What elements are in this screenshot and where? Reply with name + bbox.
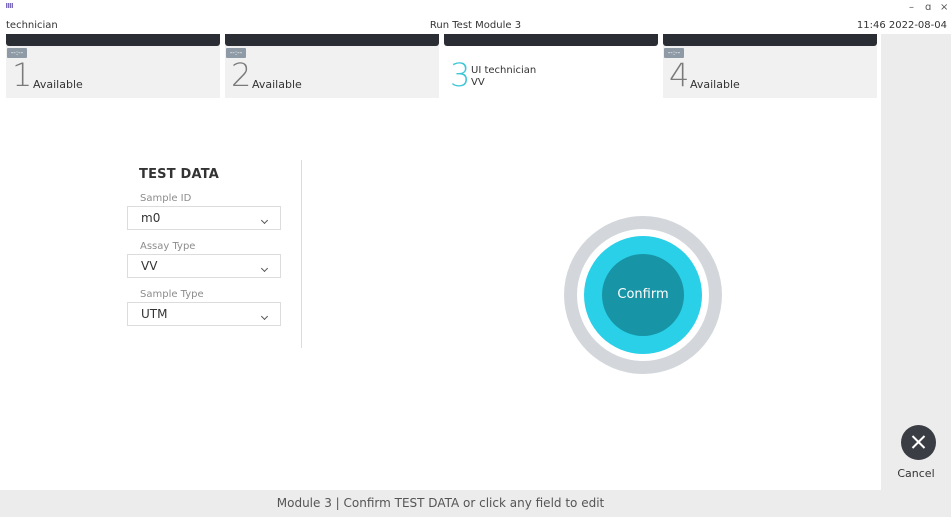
title-bar: technician Run Test Module 3 – ɑ × 11:46… bbox=[0, 0, 951, 34]
sample-id-label: Sample ID bbox=[140, 193, 192, 204]
window-title: Run Test Module 3 bbox=[429, 20, 522, 31]
sample-type-label: Sample Type bbox=[140, 289, 204, 300]
app-icon bbox=[6, 3, 13, 8]
maximize-icon[interactable]: ɑ bbox=[925, 3, 931, 13]
status-bar: Module 3 | Confirm TEST DATA or click an… bbox=[0, 490, 881, 517]
module-assay: VV bbox=[471, 77, 485, 88]
assay-type-value: VV bbox=[141, 259, 158, 273]
tab-progress-bar bbox=[663, 34, 877, 46]
window-close-icon[interactable]: × bbox=[940, 3, 948, 13]
module-number: 1 bbox=[12, 56, 33, 94]
sample-type-field[interactable]: UTM bbox=[127, 302, 281, 326]
cancel-label: Cancel bbox=[897, 467, 935, 480]
sample-id-value: m0 bbox=[141, 211, 161, 225]
form-heading: TEST DATA bbox=[139, 167, 220, 182]
tab-progress-bar bbox=[444, 34, 658, 46]
chevron-down-icon bbox=[260, 264, 269, 273]
assay-type-label: Assay Type bbox=[140, 241, 196, 252]
sample-type-value: UTM bbox=[141, 307, 168, 321]
module-tabs: --:-- 1 Available --:-- 2 Available 3 UI… bbox=[6, 34, 881, 98]
tab-module-4[interactable]: --:-- 4 Available bbox=[663, 34, 877, 98]
tab-module-1[interactable]: --:-- 1 Available bbox=[6, 34, 220, 98]
confirm-button[interactable]: Confirm bbox=[602, 254, 684, 336]
chevron-down-icon bbox=[260, 216, 269, 225]
tab-module-3[interactable]: 3 UI technician VV bbox=[444, 34, 658, 98]
tab-progress-bar bbox=[6, 34, 220, 46]
module-number: 2 bbox=[231, 56, 252, 94]
module-status: Available bbox=[33, 78, 83, 91]
module-status: Available bbox=[690, 78, 740, 91]
tab-progress-bar bbox=[225, 34, 439, 46]
module-status: Available bbox=[252, 78, 302, 91]
chevron-down-icon bbox=[260, 312, 269, 321]
assay-type-field[interactable]: VV bbox=[127, 254, 281, 278]
module-user: UI technician bbox=[471, 65, 537, 76]
cancel-button[interactable] bbox=[901, 425, 936, 460]
datetime: 11:46 2022-08-04 bbox=[856, 20, 947, 31]
minimize-icon[interactable]: – bbox=[909, 3, 914, 13]
module-number: 3 bbox=[450, 56, 471, 94]
tab-module-2[interactable]: --:-- 2 Available bbox=[225, 34, 439, 98]
sample-id-field[interactable]: m0 bbox=[127, 206, 281, 230]
form-divider bbox=[301, 160, 302, 348]
module-number: 4 bbox=[669, 56, 690, 94]
